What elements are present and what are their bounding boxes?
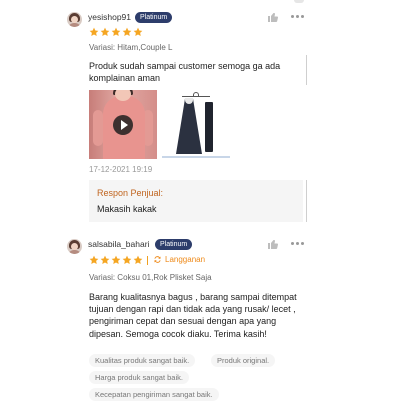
scroll-indicator bbox=[306, 180, 307, 222]
star-icon bbox=[89, 255, 99, 264]
star-icon bbox=[133, 27, 143, 36]
star-icon bbox=[89, 27, 99, 36]
thumbs-up-icon[interactable] bbox=[267, 11, 279, 23]
review-card-1: yesishop91 Platinum Variasi: Hitam,Coupl… bbox=[0, 0, 404, 232]
play-icon[interactable] bbox=[113, 115, 133, 135]
review-comment: Barang kualitasnya bagus , barang sampai… bbox=[89, 292, 297, 339]
seller-response: Respon Penjual: Makasih kakak bbox=[89, 180, 303, 222]
star-icon bbox=[133, 255, 143, 264]
thumbs-up-icon[interactable] bbox=[267, 238, 279, 250]
review-photo-thumbnail[interactable] bbox=[162, 90, 230, 159]
review-card-2: salsabila_bahari Platinum Langganan Vari… bbox=[0, 232, 404, 404]
star-icon bbox=[111, 255, 121, 264]
platinum-badge: Platinum bbox=[155, 239, 193, 250]
star-icon bbox=[100, 255, 110, 264]
seller-response-label: Respon Penjual: bbox=[97, 188, 164, 198]
review-tag: Harga produk sangat baik. bbox=[89, 371, 189, 384]
star-rating bbox=[89, 27, 143, 37]
platinum-badge: Platinum bbox=[135, 12, 173, 23]
more-icon[interactable] bbox=[291, 242, 305, 246]
scroll-indicator bbox=[306, 55, 307, 85]
avatar[interactable] bbox=[67, 12, 82, 27]
review-video-thumbnail[interactable] bbox=[89, 90, 157, 159]
langganan-label: Langganan bbox=[153, 255, 205, 264]
username[interactable]: yesishop91 bbox=[88, 12, 131, 22]
username[interactable]: salsabila_bahari bbox=[88, 239, 149, 249]
seller-response-text: Makasih kakak bbox=[97, 204, 157, 214]
review-timestamp: 17-12-2021 19:19 bbox=[89, 165, 153, 174]
review-tag: Produk original. bbox=[211, 354, 276, 367]
star-icon bbox=[111, 27, 121, 36]
review-tag: Kualitas produk sangat baik. bbox=[89, 354, 196, 367]
langganan-text: Langganan bbox=[165, 255, 206, 264]
more-icon[interactable] bbox=[291, 15, 305, 19]
repeat-icon bbox=[154, 256, 161, 263]
variation-text: Variasi: Hitam,Couple L bbox=[89, 43, 173, 52]
star-icon bbox=[100, 27, 110, 36]
star-rating bbox=[89, 255, 143, 265]
star-icon bbox=[122, 27, 132, 36]
review-tag: Kecepatan pengiriman sangat baik. bbox=[89, 388, 219, 401]
avatar[interactable] bbox=[67, 239, 82, 254]
review-comment: Produk sudah sampai customer semoga ga a… bbox=[89, 61, 281, 84]
variation-text: Variasi: Coksu 01,Rok Plisket Saja bbox=[89, 273, 212, 282]
rating-divider bbox=[147, 256, 148, 265]
star-icon bbox=[122, 255, 132, 264]
